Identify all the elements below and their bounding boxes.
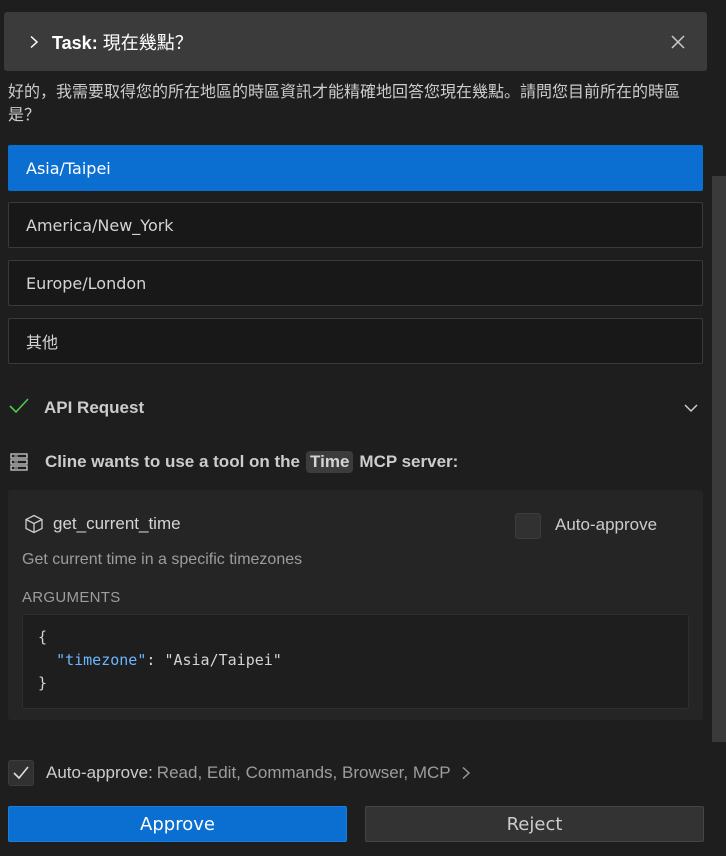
scrollbar[interactable] <box>712 176 726 742</box>
auto-approve-row[interactable]: Auto-approve: Read, Edit, Commands, Brow… <box>8 758 708 788</box>
auto-approve-checkbox[interactable] <box>8 760 34 786</box>
mcp-header-prefix: Cline wants to use a tool on the <box>45 452 301 471</box>
cline-panel: Task: 現在幾點？ 好的，我需要取得您的所在地區的時區資訊才能精確地回答您現… <box>0 0 726 856</box>
chevron-down-icon[interactable] <box>683 400 699 416</box>
tool-auto-approve-label[interactable]: Auto-approve <box>555 515 657 535</box>
close-icon[interactable] <box>669 33 687 51</box>
option-other[interactable]: 其他 <box>8 318 703 364</box>
argument-value: "Asia/Taipei" <box>164 651 282 669</box>
tool-description: Get current time in a specific timezones <box>22 551 303 568</box>
option-asia-taipei[interactable]: Asia/Taipei <box>8 145 703 191</box>
reject-button[interactable]: Reject <box>365 806 704 842</box>
mcp-tool-header: Cline wants to use a tool on the Time MC… <box>8 446 708 478</box>
server-icon <box>9 452 29 472</box>
option-america-new-york[interactable]: America/New_York <box>8 202 703 248</box>
auto-approve-label: Auto-approve: <box>46 763 153 782</box>
chevron-right-icon[interactable] <box>459 766 473 780</box>
tool-card: get_current_time Auto-approve Get curren… <box>8 490 703 720</box>
task-header[interactable]: Task: 現在幾點？ <box>4 12 707 71</box>
tool-name: get_current_time <box>53 514 181 533</box>
arguments-code: { "timezone": "Asia/Taipei" } <box>22 614 689 709</box>
mcp-server-badge: Time <box>306 451 354 473</box>
cube-icon <box>24 514 44 534</box>
approve-button[interactable]: Approve <box>8 806 347 842</box>
mcp-header-suffix: MCP server: <box>359 452 459 471</box>
chevron-right-icon[interactable] <box>26 34 42 50</box>
argument-key: "timezone" <box>56 651 147 669</box>
api-request-row[interactable]: API Request <box>8 392 703 424</box>
api-request-label: API Request <box>44 398 145 417</box>
arguments-title: ARGUMENTS <box>22 589 121 606</box>
auto-approve-items: Read, Edit, Commands, Browser, MCP <box>156 763 451 782</box>
assistant-question: 好的，我需要取得您的所在地區的時區資訊才能精確地回答您現在幾點。請問您目前所在的… <box>8 82 681 124</box>
tool-auto-approve-checkbox[interactable] <box>515 513 541 539</box>
task-title: Task: 現在幾點？ <box>52 32 193 53</box>
option-europe-london[interactable]: Europe/London <box>8 260 703 306</box>
check-icon <box>8 397 30 420</box>
